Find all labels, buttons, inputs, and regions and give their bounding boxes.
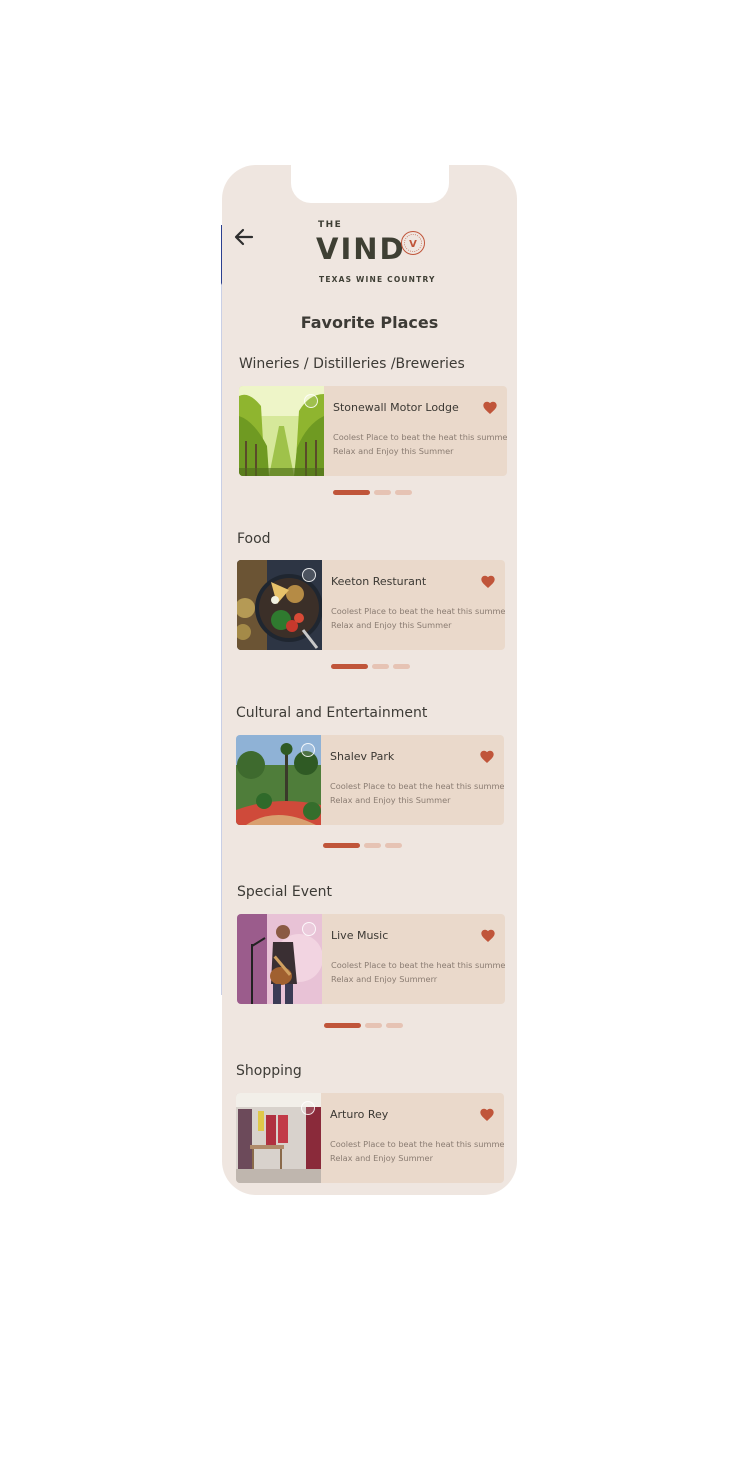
- section-title-special-event: Special Event: [237, 884, 332, 900]
- carousel-dot[interactable]: [374, 490, 391, 495]
- carousel-dot-active[interactable]: [333, 490, 370, 495]
- carousel-indicator: [333, 490, 413, 496]
- place-card-live-music[interactable]: Live Music Coolest Place to beat the hea…: [237, 914, 505, 1004]
- card-desc-line2: Relax and Enjoy Summerr: [331, 974, 438, 984]
- card-desc-line1: Coolest Place to beat the heat this summ…: [330, 781, 504, 791]
- section-title-shopping: Shopping: [236, 1063, 302, 1079]
- carousel-dot-active[interactable]: [324, 1023, 361, 1028]
- card-description: Coolest Place to beat the heat this summ…: [331, 604, 505, 632]
- section-title-cultural: Cultural and Entertainment: [236, 705, 428, 721]
- page: THE VIND V TEXAS WINE COUNTRY Favorite P…: [0, 0, 740, 1478]
- image-badge-icon: [302, 568, 316, 582]
- carousel-dot[interactable]: [386, 1023, 403, 1028]
- card-title: Arturo Rey: [330, 1108, 389, 1121]
- guitarist-image: [237, 914, 322, 1004]
- heart-icon[interactable]: [482, 400, 498, 416]
- card-desc-line1: Coolest Place to beat the heat this summ…: [331, 606, 505, 616]
- card-desc-line2: Relax and Enjoy this Summer: [331, 620, 452, 630]
- heart-icon[interactable]: [479, 1107, 495, 1123]
- logo-badge-letter: V: [409, 239, 417, 250]
- place-card-shalev[interactable]: Shalev Park Coolest Place to beat the he…: [236, 735, 504, 825]
- food-bowl-image: [237, 560, 322, 650]
- arrow-left-icon: [234, 228, 254, 246]
- logo-the-text: THE: [318, 220, 343, 230]
- carousel-dot[interactable]: [395, 490, 412, 495]
- card-desc-line1: Coolest Place to beat the heat this summ…: [333, 432, 507, 442]
- back-button[interactable]: [232, 225, 256, 249]
- place-card-keeton[interactable]: Keeton Resturant Coolest Place to beat t…: [237, 560, 505, 650]
- card-description: Coolest Place to beat the heat this summ…: [330, 779, 504, 807]
- card-description: Coolest Place to beat the heat this summ…: [331, 958, 505, 986]
- card-desc-line1: Coolest Place to beat the heat this summ…: [331, 960, 505, 970]
- section-title-food: Food: [237, 531, 271, 547]
- card-title: Shalev Park: [330, 750, 395, 763]
- card-title: Stonewall Motor Lodge: [333, 401, 459, 414]
- image-badge-icon: [304, 394, 318, 408]
- place-card-stonewall[interactable]: Stonewall Motor Lodge Coolest Place to b…: [239, 386, 507, 476]
- card-title: Live Music: [331, 929, 389, 942]
- image-badge-icon: [301, 1101, 315, 1115]
- logo-subtitle: TEXAS WINE COUNTRY: [319, 275, 436, 284]
- carousel-dot-active[interactable]: [331, 664, 368, 669]
- phone-notch: [291, 165, 449, 203]
- park-garden-image: [236, 735, 321, 825]
- logo-vind-text: VIND: [316, 232, 406, 266]
- carousel-indicator: [324, 1023, 404, 1029]
- carousel-dot-active[interactable]: [323, 843, 360, 848]
- heart-icon[interactable]: [480, 928, 496, 944]
- card-desc-line2: Relax and Enjoy this Summer: [333, 446, 454, 456]
- card-description: Coolest Place to beat the heat this summ…: [330, 1137, 504, 1165]
- vineyard-image: [239, 386, 324, 476]
- card-desc-line2: Relax and Enjoy Summer: [330, 1153, 433, 1163]
- heart-icon[interactable]: [479, 749, 495, 765]
- card-desc-line2: Relax and Enjoy this Summer: [330, 795, 451, 805]
- clothing-store-image: [236, 1093, 321, 1183]
- card-desc-line1: Coolest Place to beat the heat this summ…: [330, 1139, 504, 1149]
- carousel-dot[interactable]: [385, 843, 402, 848]
- carousel-indicator: [331, 664, 411, 670]
- heart-icon[interactable]: [480, 574, 496, 590]
- carousel-indicator: [323, 843, 403, 849]
- image-badge-icon: [302, 922, 316, 936]
- section-title-wineries: Wineries / Distilleries /Breweries: [239, 356, 465, 372]
- card-title: Keeton Resturant: [331, 575, 427, 588]
- app-logo: THE VIND V TEXAS WINE COUNTRY: [316, 217, 436, 287]
- place-card-arturo-rey[interactable]: Arturo Rey Coolest Place to beat the hea…: [236, 1093, 504, 1183]
- carousel-dot[interactable]: [365, 1023, 382, 1028]
- carousel-dot[interactable]: [364, 843, 381, 848]
- page-title: Favorite Places: [300, 313, 439, 332]
- carousel-dot[interactable]: [393, 664, 410, 669]
- phone-screen: THE VIND V TEXAS WINE COUNTRY Favorite P…: [222, 165, 517, 1195]
- carousel-dot[interactable]: [372, 664, 389, 669]
- logo-badge-icon: V: [401, 231, 425, 255]
- image-badge-icon: [301, 743, 315, 757]
- card-description: Coolest Place to beat the heat this summ…: [333, 430, 507, 458]
